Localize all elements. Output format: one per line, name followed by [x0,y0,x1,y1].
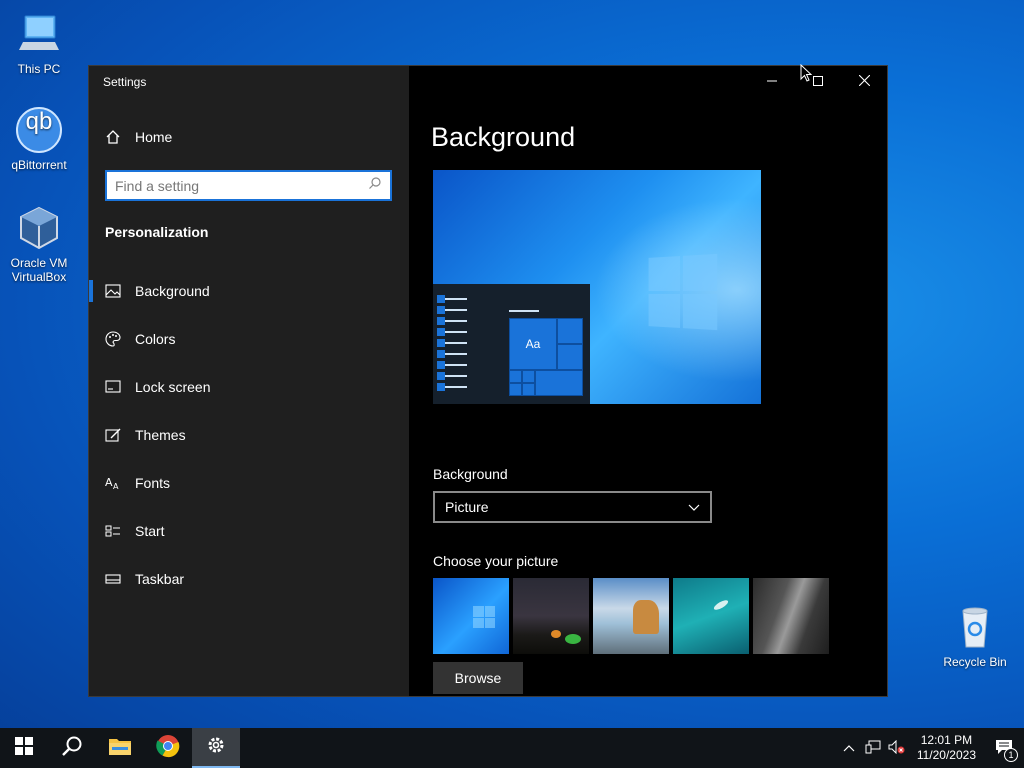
desktop-icon-label: Oracle VM VirtualBox [10,256,68,284]
sidebar-item-lock-screen[interactable]: Lock screen [89,363,409,411]
picture-thumbnail-3[interactable] [593,578,669,654]
show-hidden-icons-button[interactable] [837,728,861,768]
fonts-icon: AA [105,475,121,491]
close-button[interactable] [841,66,887,98]
taskbar-file-explorer[interactable] [96,728,144,768]
search-icon [61,735,83,762]
preview-start-menu: Aa [433,284,590,404]
chevron-up-icon [843,741,855,755]
sidebar-item-colors[interactable]: Colors [89,315,409,363]
minimize-icon [767,73,777,91]
sidebar-item-label: Lock screen [135,379,211,395]
clock-date: 11/20/2023 [916,748,976,762]
page-title: Background [431,122,576,152]
svg-text:A: A [105,476,113,489]
volume-button[interactable] [885,728,909,768]
home-label: Home [135,129,173,145]
picture-thumbnail-4[interactable] [673,578,749,654]
chevron-down-icon [688,499,700,515]
sidebar-item-label: Colors [135,331,176,347]
sidebar-item-label: Themes [135,427,186,443]
lock-screen-icon [105,379,121,395]
taskbar-icon [105,571,121,587]
window-controls [749,66,887,98]
background-dropdown-value: Picture [445,499,489,515]
sidebar-item-start[interactable]: Start [89,507,409,555]
desktop-icon-label: This PC [17,62,61,76]
sidebar-item-themes[interactable]: Themes [89,411,409,459]
settings-sidebar: Settings Home Personalization Background [89,66,409,696]
maximize-icon [813,73,823,91]
picture-thumbnail-5[interactable] [753,578,829,654]
taskbar-search-button[interactable] [48,728,96,768]
start-button[interactable] [0,728,48,768]
file-explorer-icon [108,736,132,761]
sidebar-item-label: Taskbar [135,571,185,587]
choose-picture-label: Choose your picture [433,553,559,569]
sidebar-item-label: Start [135,523,165,539]
taskbar-clock[interactable]: 12:01 PM 11/20/2023 [909,733,984,763]
home-icon [105,129,121,145]
window-title: Settings [103,75,147,89]
desktop-icon-qbittorrent[interactable]: qb qBittorrent [4,106,74,172]
action-center-button[interactable]: 1 [984,728,1024,768]
network-button[interactable] [861,728,885,768]
qbittorrent-icon: qb [15,106,63,154]
picture-thumbnails [433,578,829,654]
taskbar: 12:01 PM 11/20/2023 1 [0,728,1024,768]
close-icon [858,73,870,91]
preview-tile: Aa [509,318,557,370]
settings-content: Background Aa Background Picture Choose … [409,66,887,696]
desktop-icon-this-pc[interactable]: This PC [4,10,74,76]
taskbar-chrome[interactable] [144,728,192,768]
picture-icon [105,283,121,299]
system-tray: 12:01 PM 11/20/2023 1 [837,728,1024,768]
windows-start-icon [15,736,33,760]
minimize-button[interactable] [749,66,795,98]
desktop-icon-virtualbox[interactable]: Oracle VM VirtualBox [4,204,74,284]
recycle-bin-icon [951,603,999,651]
sidebar-nav: Background Colors Lock screen Themes A A… [89,267,409,603]
start-icon [105,523,121,539]
home-nav-item[interactable]: Home [105,129,172,145]
browse-button[interactable]: Browse [433,662,523,694]
volume-muted-icon [888,739,906,757]
search-input[interactable] [115,177,368,194]
notification-count-badge: 1 [1004,748,1018,762]
chrome-icon [156,734,180,763]
section-heading: Personalization [105,224,209,240]
taskbar-settings[interactable] [192,728,240,768]
network-icon [865,740,881,757]
preview-tile-text: Aa [525,337,541,351]
desktop-icon-label: qBittorrent [11,158,67,172]
windows-logo-image [648,253,718,331]
background-preview: Aa [433,170,761,404]
palette-icon [105,331,121,347]
sidebar-item-taskbar[interactable]: Taskbar [89,555,409,603]
themes-icon [105,427,121,443]
desktop-icon-recycle-bin[interactable]: Recycle Bin [940,603,1010,669]
svg-text:A: A [113,482,119,490]
mouse-pointer-icon [800,64,812,82]
virtualbox-icon [15,204,63,252]
qbittorrent-glyph: qb [25,108,53,135]
background-label: Background [433,466,508,482]
background-dropdown[interactable]: Picture [433,491,712,523]
desktop-icon-label: Recycle Bin [943,655,1007,669]
search-icon[interactable] [368,176,382,195]
settings-window: Settings Home Personalization Background [88,65,888,697]
search-box[interactable] [105,170,392,201]
picture-thumbnail-2[interactable] [513,578,589,654]
settings-icon [206,735,226,760]
picture-thumbnail-1[interactable] [433,578,509,654]
sidebar-item-label: Fonts [135,475,171,491]
sidebar-item-label: Background [135,283,210,299]
sidebar-item-fonts[interactable]: AA Fonts [89,459,409,507]
sidebar-item-background[interactable]: Background [89,267,409,315]
clock-time: 12:01 PM [920,733,973,747]
computer-icon [15,10,63,58]
